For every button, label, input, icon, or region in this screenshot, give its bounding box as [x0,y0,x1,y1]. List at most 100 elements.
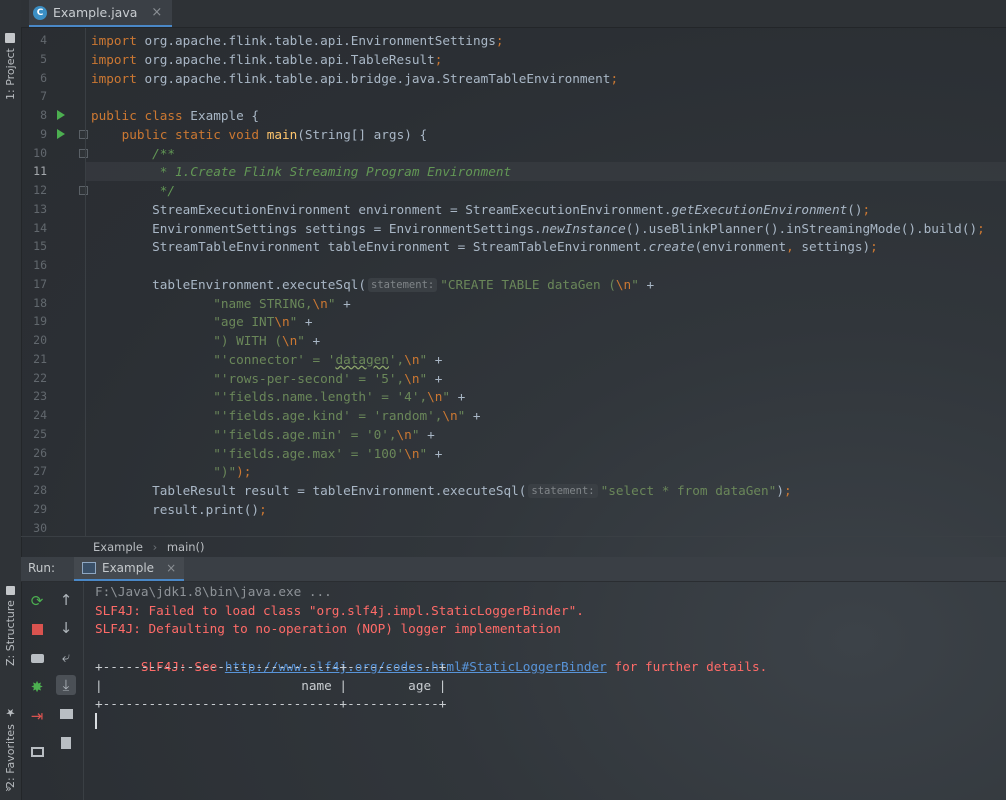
code-line[interactable]: "'fields.age.max' = '100'\n" + [86,444,1006,463]
line-gutter: 4 5 6 7 8 9 10 11 12 13 14 15 16 17 18 19 20 21 22 23 24 25 26… [21,28,88,536]
code-line[interactable]: ")"); [86,462,1006,481]
favorites-label: 2: Favorites [4,724,17,788]
code-line[interactable] [86,519,1006,538]
exit-icon[interactable]: ⇥ [27,706,47,726]
tab-example-java[interactable]: C Example.java × [29,0,172,27]
code-token: "'fields.age.min' = '0', [213,426,397,442]
line-number: 4 [40,33,47,47]
code-line[interactable]: */ [86,181,1006,200]
run-gutter-icon[interactable] [57,128,65,139]
line-number: 30 [33,520,47,535]
breadcrumb-separator: › [152,540,158,554]
code-token: org.apache.flink.table.api.EnvironmentSe… [136,33,496,48]
code-token: " [442,389,451,405]
scroll-to-end-button[interactable]: ⤓ [56,675,76,695]
code-line[interactable]: /** [86,144,1006,163]
line-number: 25 [33,426,47,441]
more-tools-button[interactable]: » [5,782,12,795]
code-line[interactable]: StreamExecutionEnvironment environment =… [86,200,1006,219]
structure-tool-button[interactable]: Z: Structure [2,576,19,666]
project-tool-button[interactable]: 1: Project [2,20,19,100]
code-line[interactable]: import org.apache.flink.table.api.Enviro… [86,31,1006,50]
stop-icon [31,623,43,635]
tab-title: Example.java [53,5,138,20]
code-line[interactable]: EnvironmentSettings settings = Environme… [86,219,1006,238]
breadcrumb-method[interactable]: main() [167,540,205,554]
debug-icon[interactable]: ✸ [27,677,47,697]
code-line[interactable]: ") WITH (\n" + [86,331,1006,350]
code-line[interactable]: public static void main(String[] args) { [86,125,1006,144]
rerun-button[interactable]: ⟳ [27,591,47,611]
code-token: tableEnvironment.executeSql( [91,276,366,292]
code-token: + [450,389,466,405]
code-token: ; [977,220,985,236]
code-line[interactable]: "'fields.age.min' = '0',\n" + [86,425,1006,444]
code-token: StreamExecutionEnvironment environment =… [91,201,672,217]
code-line[interactable]: "'fields.age.kind' = 'random',\n" + [86,406,1006,425]
favorites-tool-button[interactable]: 2: Favorites ★ [2,700,19,788]
scroll-up-button[interactable]: ↑ [56,590,76,610]
code-token: StreamTableEnvironment tableEnvironment … [91,239,649,255]
code-token: public class [91,108,183,123]
close-tab-icon[interactable]: × [151,5,162,20]
code-line[interactable]: "'fields.name.length' = '4',\n" + [86,387,1006,406]
code-line[interactable] [86,256,1006,275]
run-tab-example[interactable]: Example × [74,557,185,581]
gutter-line: 10 [21,144,88,163]
code-line[interactable]: tableEnvironment.executeSql(statement: "C… [86,275,1006,294]
code-line[interactable]: * 1.Create Flink Streaming Program Envir… [86,162,1006,182]
code-token: */ [159,183,176,198]
breadcrumb-class[interactable]: Example [93,540,143,554]
gutter-line: 4 [21,31,83,50]
code-line[interactable]: import org.apache.flink.table.api.bridge… [86,69,1006,88]
camera-icon[interactable] [27,648,47,668]
code-line[interactable]: "'connector' = 'datagen',\n" + [86,350,1006,369]
code-line-text: * 1.Create Flink Streaming Program Envir… [91,162,511,181]
close-run-tab-icon[interactable]: × [166,561,176,575]
line-number: 29 [33,501,47,516]
clear-all-button[interactable] [56,733,76,753]
line-number: 12 [33,183,47,197]
code-editor[interactable]: 4 5 6 7 8 9 10 11 12 13 14 15 16 17 18 19 20 21 22 23 24 25 26… [21,28,1006,536]
code-line[interactable]: "age INT\n" + [86,312,1006,331]
code-line[interactable]: "'rows-per-second' = '5',\n" + [86,369,1006,388]
stop-button[interactable] [27,619,47,639]
code-line[interactable]: StreamTableEnvironment tableEnvironment … [86,237,1006,256]
gutter-line: 25 [21,425,83,444]
code-line[interactable]: result.print(); [86,500,1006,519]
soft-wrap-button[interactable]: ⤶ [56,647,76,667]
code-token: + [427,370,443,386]
layout-icon[interactable] [27,742,47,762]
code-token: \n [615,276,632,292]
print-button[interactable] [56,704,76,724]
code-line[interactable]: TableResult result = tableEnvironment.ex… [86,481,1006,500]
line-number: 22 [33,370,47,385]
code-line[interactable]: public class Example { [86,106,1006,125]
run-gutter-icon[interactable] [57,110,65,120]
line-number: 28 [33,483,47,497]
scroll-down-button[interactable]: ↓ [56,618,76,638]
code-line[interactable]: "name STRING,\n" + [86,294,1006,313]
gutter-line: 21 [21,350,83,369]
editor-tab-bar: C Example.java × [21,0,1006,28]
text-caret [95,713,97,729]
code-token: ; [610,70,619,86]
code-area[interactable]: import org.apache.flink.table.api.Enviro… [85,28,1006,536]
run-tab-title: Example [102,561,155,575]
code-token: + [297,314,313,330]
code-line-text: "'fields.age.max' = '100'\n" + [91,444,442,463]
code-line-text: result.print(); [91,500,267,519]
code-token: " [297,333,305,348]
code-line[interactable] [86,87,1006,106]
line-number: 10 [33,145,47,160]
code-token: \n [404,445,420,461]
console-output[interactable]: F:\Java\jdk1.8\bin\java.exe ... SLF4J: F… [84,582,1006,800]
code-line[interactable]: import org.apache.flink.table.api.TableR… [86,50,1006,69]
line-number: 17 [33,276,47,291]
code-token: + [304,333,321,348]
